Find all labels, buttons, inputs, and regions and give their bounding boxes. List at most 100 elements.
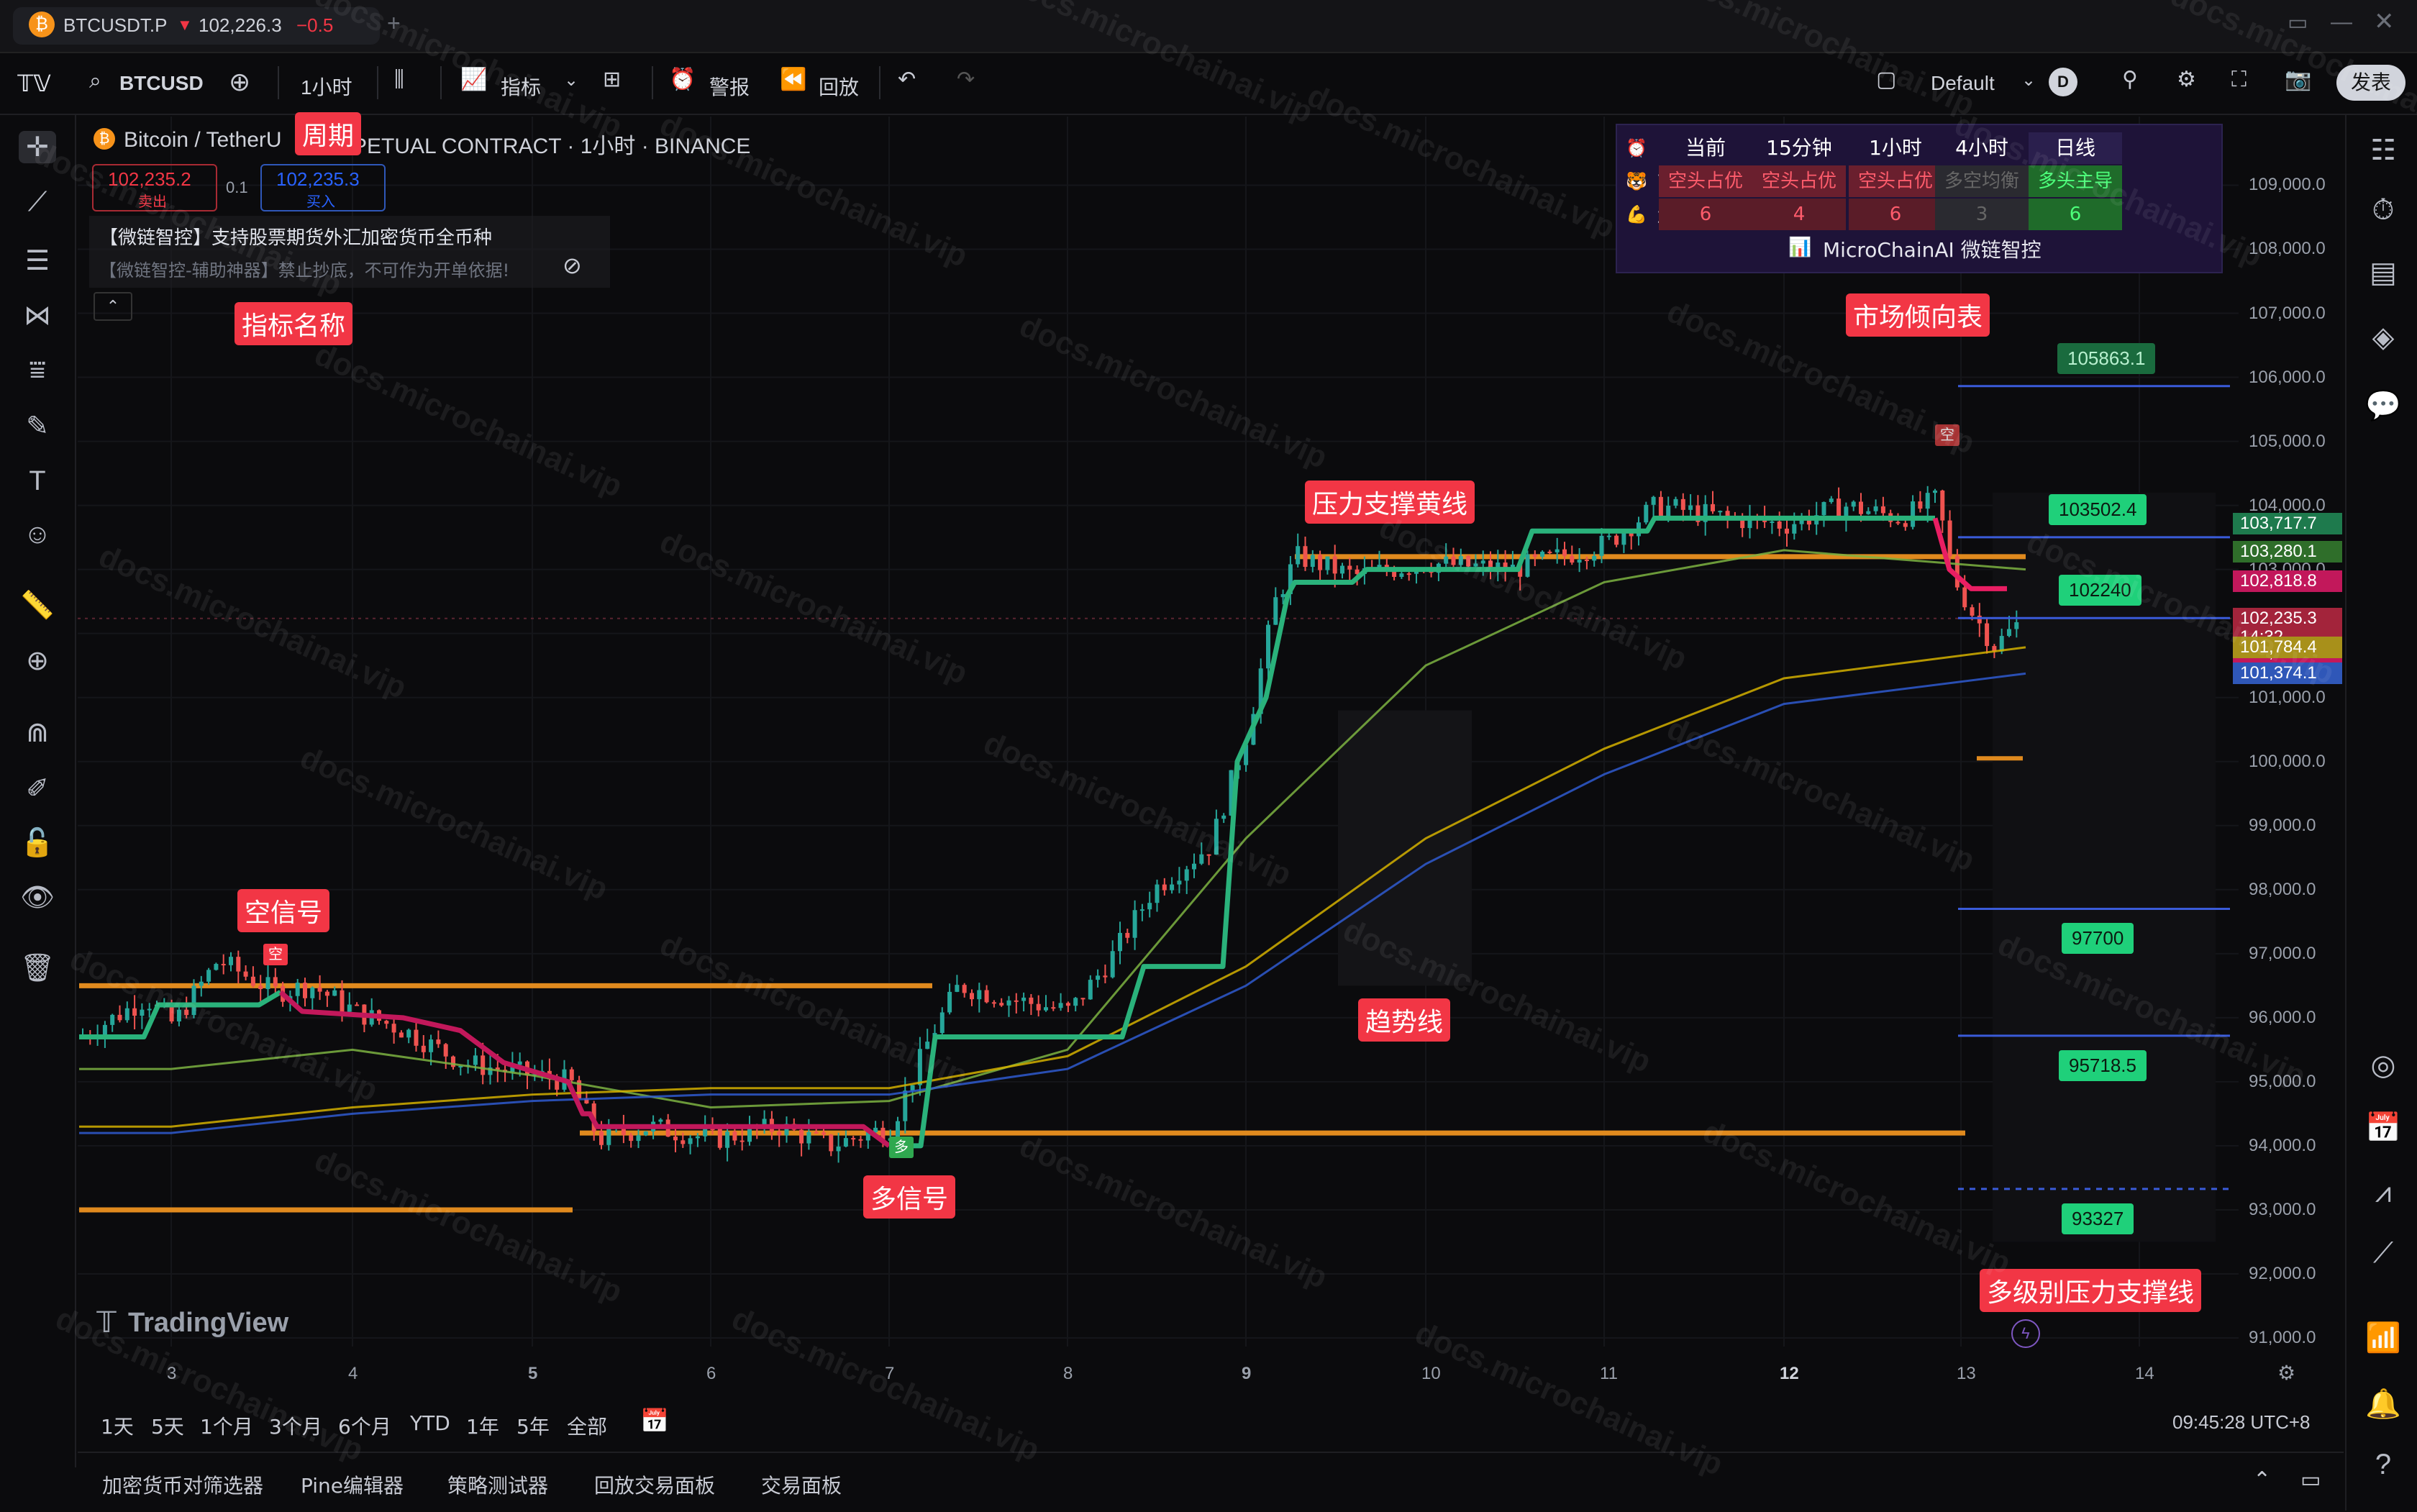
camera-icon[interactable]: 📷 xyxy=(2285,69,2311,91)
axis-settings-icon[interactable]: ⚙ xyxy=(2277,1361,2295,1385)
alerts-button[interactable]: 警报 xyxy=(709,72,750,101)
legend-title[interactable]: Bitcoin / TetherU xyxy=(124,128,282,152)
price-tag[interactable]: 103,717.7 xyxy=(2233,512,2342,534)
level-label[interactable]: 95718.5 xyxy=(2059,1049,2147,1081)
range-button[interactable]: 3个月 xyxy=(269,1411,322,1440)
range-button[interactable]: 全部 xyxy=(567,1411,607,1440)
crosshair-icon[interactable]: ✛ xyxy=(19,131,56,163)
trash-icon[interactable]: 🗑 xyxy=(19,952,56,984)
price-scale[interactable] xyxy=(2239,117,2345,1347)
footer-tab[interactable]: 交易面板 xyxy=(761,1470,842,1499)
magnet-icon[interactable]: ⋒ xyxy=(19,716,56,749)
text-icon[interactable]: T xyxy=(19,466,56,497)
minimize-icon[interactable]: — xyxy=(2331,10,2352,35)
indicator-legend[interactable]: 【微链智控】支持股票期货外汇加密货币全币种 【微链智控-辅助神器】禁止抄底，不可… xyxy=(89,216,610,288)
close-tab-icon[interactable]: + xyxy=(387,10,401,37)
settings-gear-icon[interactable]: ⚙ xyxy=(2177,69,2196,91)
goto-date-icon[interactable]: 📅 xyxy=(640,1407,669,1434)
emoji-icon[interactable]: ☺ xyxy=(19,519,56,550)
replay-icon[interactable]: ⏪ xyxy=(780,69,806,91)
tradingview-logo-icon[interactable]: 𝕋𝕍 xyxy=(17,72,51,95)
pattern-icon[interactable]: ⋈ xyxy=(19,299,56,332)
calendar-icon[interactable]: 📅 xyxy=(2365,1111,2401,1144)
range-button[interactable]: YTD xyxy=(410,1411,450,1435)
level-label[interactable]: 105863.1 xyxy=(2057,342,2156,374)
range-button[interactable]: 1年 xyxy=(466,1411,499,1440)
publish-button[interactable]: 发表 xyxy=(2336,65,2405,101)
bell-icon[interactable]: 🔔 xyxy=(2365,1387,2401,1421)
lock-icon[interactable]: 🔓 xyxy=(19,827,56,859)
templates-icon[interactable]: ⊞ xyxy=(603,69,621,91)
short-signal-marker[interactable]: 空 xyxy=(263,944,288,965)
window-icon[interactable]: ▭ xyxy=(2288,10,2308,35)
footer-tab[interactable]: 加密货币对筛选器 xyxy=(102,1470,263,1499)
level-label[interactable]: 103502.4 xyxy=(2049,493,2147,525)
level-label[interactable]: 93327 xyxy=(2062,1203,2134,1234)
maximize-panel-icon[interactable]: ▭ xyxy=(2300,1467,2321,1493)
eye-icon[interactable]: 👁 xyxy=(19,882,56,914)
fullscreen-icon[interactable]: ⛶ xyxy=(2231,69,2247,91)
clock-timestamp[interactable]: 09:45:28 UTC+8 xyxy=(2172,1411,2311,1434)
calendar-list-icon[interactable]: ▤ xyxy=(2365,256,2401,289)
price-tag[interactable]: 102,818.8 xyxy=(2233,570,2342,592)
chevron-down-icon[interactable]: ⌄ xyxy=(564,72,578,89)
collapse-legend-icon[interactable]: ⌃ xyxy=(94,292,132,321)
legend-title-rest[interactable]: PETUAL CONTRACT · 1小时 · BINANCE xyxy=(352,128,750,160)
replay-button[interactable]: 回放 xyxy=(819,72,859,101)
range-button[interactable]: 1天 xyxy=(101,1411,134,1440)
brush-icon[interactable]: ✎ xyxy=(19,410,56,442)
undo-icon[interactable]: ↶ xyxy=(898,69,916,91)
edit-chart-icon[interactable]: ⟋ xyxy=(2365,1237,2401,1270)
price-tag[interactable]: 102,235.3 xyxy=(2233,607,2342,629)
short-signal-marker-2[interactable]: 空 xyxy=(1935,424,1959,446)
footer-tab[interactable]: Pine编辑器 xyxy=(301,1470,404,1499)
hide-eye-icon[interactable]: ⊘ xyxy=(563,252,582,279)
sell-button[interactable]: 102,235.2 卖出 xyxy=(92,164,217,211)
layout-badge[interactable]: D xyxy=(2049,68,2077,96)
lightning-icon[interactable]: ϟ xyxy=(2011,1319,2040,1348)
range-button[interactable]: 5天 xyxy=(151,1411,184,1440)
indicators-icon[interactable]: 📈 xyxy=(460,69,487,91)
stream-icon[interactable]: 📶 xyxy=(2365,1321,2401,1354)
watchlist-icon[interactable]: ☷ xyxy=(2365,134,2401,167)
compare-add-icon[interactable]: ⊕ xyxy=(229,69,250,95)
help-icon[interactable]: ? xyxy=(2365,1449,2401,1481)
price-tag[interactable]: 101,374.1 xyxy=(2233,662,2342,685)
layers-icon[interactable]: ◈ xyxy=(2365,321,2401,354)
collapse-panel-icon[interactable]: ⌃ xyxy=(2253,1467,2271,1493)
indicators-button[interactable]: 指标 xyxy=(501,72,541,101)
price-tag[interactable]: 101,784.4 xyxy=(2233,636,2342,658)
layout-square-icon[interactable]: ▢ xyxy=(1876,69,1896,91)
candle-type-icon[interactable]: ⫼ xyxy=(394,69,404,91)
chevron-down-icon[interactable]: ⌄ xyxy=(2021,72,2036,89)
zoom-icon[interactable]: ⊕ xyxy=(19,645,56,677)
trend-line-icon[interactable]: ⟋ xyxy=(19,187,56,218)
chart-signal-icon[interactable]: ⩘ xyxy=(2365,1177,2401,1209)
alerts-clock-icon[interactable]: ⏱ xyxy=(2365,194,2401,227)
level-label[interactable]: 97700 xyxy=(2062,923,2134,955)
range-button[interactable]: 5年 xyxy=(516,1411,550,1440)
fib-icon[interactable]: ⩸ xyxy=(19,355,56,386)
ruler-icon[interactable]: 📏 xyxy=(19,590,56,621)
buy-button[interactable]: 102,235.3 买入 xyxy=(260,164,386,211)
candle-body xyxy=(1970,607,1975,616)
close-icon[interactable]: ✕ xyxy=(2374,7,2395,36)
search-icon[interactable]: ⌕ xyxy=(89,70,101,92)
range-button[interactable]: 6个月 xyxy=(338,1411,391,1440)
footer-tab[interactable]: 回放交易面板 xyxy=(594,1470,715,1499)
interval-button[interactable]: 1小时 xyxy=(301,72,352,101)
horizontal-lines-icon[interactable]: ☰ xyxy=(19,245,56,277)
symbol-search[interactable]: BTCUSD xyxy=(119,72,204,95)
quick-search-icon[interactable]: ⚲ xyxy=(2122,69,2138,91)
layout-name[interactable]: Default xyxy=(1931,72,1995,95)
range-button[interactable]: 1个月 xyxy=(200,1411,253,1440)
level-label[interactable]: 102240 xyxy=(2059,575,2141,606)
redo-icon[interactable]: ↷ xyxy=(957,69,975,91)
chat-icon[interactable]: 💬 xyxy=(2365,388,2401,422)
long-signal-marker[interactable]: 多 xyxy=(889,1137,914,1158)
lock-draw-icon[interactable]: ✐ xyxy=(19,773,56,805)
alert-clock-icon[interactable]: ⏰ xyxy=(669,69,696,91)
footer-tab[interactable]: 策略测试器 xyxy=(447,1470,548,1499)
price-tag[interactable]: 103,280.1 xyxy=(2233,540,2342,563)
target-icon[interactable]: ◎ xyxy=(2365,1049,2401,1082)
